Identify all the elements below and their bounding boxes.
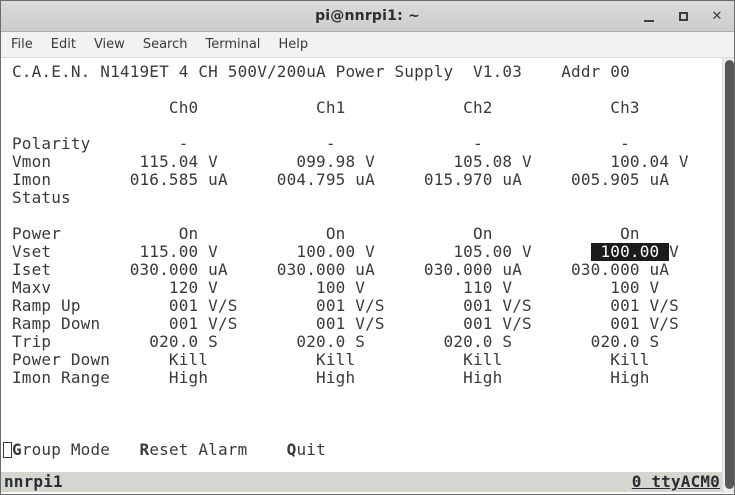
reset-alarm-command[interactable]: R [140,441,150,459]
iset-row: Iset 030.000 uA 030.000 uA 030.000 uA 03… [12,261,670,279]
minimize-button[interactable] [636,4,662,30]
menu-file[interactable]: File [2,33,42,56]
menubar: File Edit View Search Terminal Help [1,32,734,58]
imon-row: Imon 016.585 uA 004.795 uA 015.970 uA 00… [12,171,670,189]
window-title: pi@nnrpi1: ~ [315,8,420,24]
power-down-row: Power Down Kill Kill Kill Kill [12,351,650,369]
status-tty: 0 ttyACM0 [631,472,720,491]
ramp-down-row: Ramp Down 001 V/S 001 V/S 001 V/S 001 V/… [12,315,679,333]
channel-header-line: Ch0 Ch1 Ch2 Ch3 [12,99,640,117]
power-row: Power On On On On [12,225,640,243]
status-bar: nnrpi1 0 ttyACM0 [1,472,734,492]
menu-help[interactable]: Help [269,33,317,56]
terminal-screen[interactable]: C.A.E.N. N1419ET 4 CH 500V/200uA Power S… [1,58,734,494]
polarity-row: Polarity - - - - [12,135,630,153]
menu-terminal[interactable]: Terminal [196,33,269,56]
menu-search[interactable]: Search [134,33,197,56]
vset-row-text: Vset 115.00 V 100.00 V 105.00 V [12,243,591,261]
minimize-icon [644,19,654,22]
terminal-window: pi@nnrpi1: ~ ✕ File Edit View Search Ter… [0,0,735,495]
close-icon: ✕ [711,9,723,24]
scrollbar-track[interactable] [722,58,734,493]
titlebar[interactable]: pi@nnrpi1: ~ ✕ [1,1,734,32]
status-row: Status [12,189,71,207]
menu-edit[interactable]: Edit [42,33,85,56]
quit-command[interactable]: Q [287,441,297,459]
vset-ch3-unit: V [669,243,679,261]
reset-alarm-label[interactable]: eset Alarm [149,441,286,459]
maximize-icon [678,12,688,21]
menu-view[interactable]: View [85,33,134,56]
imon-range-row: Imon Range High High High High [12,369,650,387]
scrollbar-thumb[interactable] [724,60,734,489]
maximize-button[interactable] [670,4,696,30]
quit-label[interactable]: uit [296,441,325,459]
device-header-line: C.A.E.N. N1419ET 4 CH 500V/200uA Power S… [12,63,630,81]
maxv-row: Maxv 120 V 100 V 110 V 100 V [12,279,660,297]
terminal-cursor [3,442,12,458]
group-mode-label[interactable]: roup Mode [22,441,140,459]
group-mode-command[interactable]: G [12,441,22,459]
trip-row: Trip 020.0 S 020.0 S 020.0 S 020.0 S [12,333,660,351]
close-button[interactable]: ✕ [704,4,730,30]
status-hostname: nnrpi1 [4,472,63,491]
terminal-text: C.A.E.N. N1419ET 4 CH 500V/200uA Power S… [12,63,720,459]
ramp-up-row: Ramp Up 001 V/S 001 V/S 001 V/S 001 V/S [12,297,679,315]
window-controls: ✕ [628,1,730,32]
command-menu-line: Group Mode Reset Alarm Quit [12,441,720,459]
vset-ch3-selected-cell[interactable]: 100.00 [590,243,670,261]
vset-row: Vset 115.00 V 100.00 V 105.00 V 100.00 V [12,243,720,261]
vmon-row: Vmon 115.04 V 099.98 V 105.08 V 100.04 V [12,153,689,171]
